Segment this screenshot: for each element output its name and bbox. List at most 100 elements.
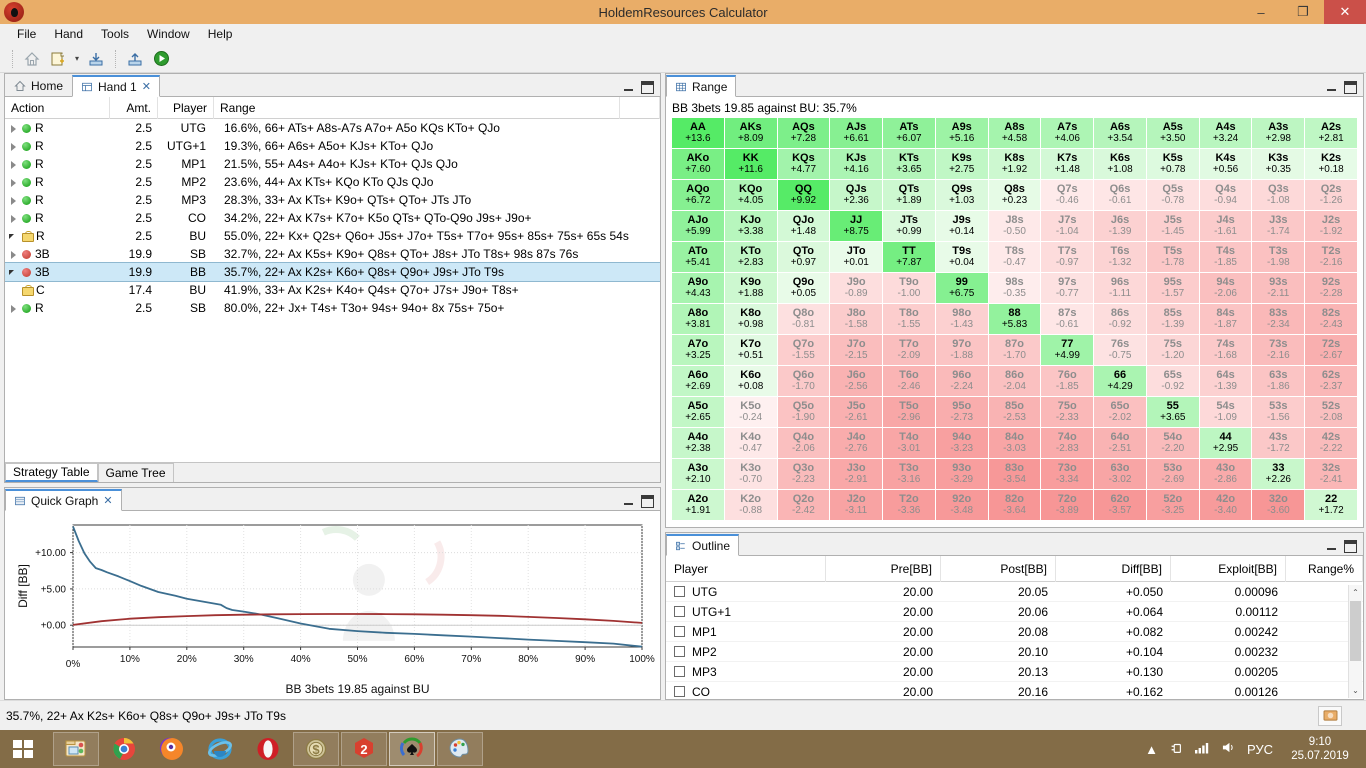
- range-cell[interactable]: 93s -2.11: [1252, 273, 1305, 303]
- range-cell[interactable]: T8s -0.47: [988, 242, 1041, 272]
- table-row[interactable]: R 2.5 UTG+1 19.3%, 66+ A6s+ A5o+ KJs+ KTo+ …: [5, 137, 660, 155]
- range-cell[interactable]: 97o -1.88: [935, 335, 988, 365]
- range-cell[interactable]: Q3s -1.08: [1252, 180, 1305, 210]
- range-cell[interactable]: T7s -0.97: [1041, 242, 1094, 272]
- range-cell[interactable]: K8s +1.92: [988, 149, 1041, 179]
- expander-closed-icon[interactable]: [9, 160, 18, 169]
- minimize-icon[interactable]: [622, 495, 635, 508]
- expander-closed-icon[interactable]: [9, 214, 18, 223]
- column-header-diff[interactable]: Diff[BB]: [1056, 556, 1171, 582]
- range-cell[interactable]: Q6o -1.70: [777, 366, 830, 396]
- column-header-player[interactable]: Player: [158, 97, 214, 119]
- range-cell[interactable]: 86o -2.04: [988, 366, 1041, 396]
- range-cell[interactable]: K2o -0.88: [724, 490, 777, 520]
- range-cell[interactable]: 83o -3.54: [988, 459, 1041, 489]
- range-cell[interactable]: A4s +3.24: [1199, 118, 1252, 148]
- table-row[interactable]: MP3 20.00 20.13 +0.130 0.00205: [666, 662, 1363, 682]
- range-cell[interactable]: ATo +5.41: [672, 242, 724, 272]
- menu-help[interactable]: Help: [199, 25, 242, 43]
- range-cell[interactable]: 88 +5.83: [988, 304, 1041, 334]
- range-cell[interactable]: K3s +0.35: [1252, 149, 1305, 179]
- range-cell[interactable]: KQs +4.77: [777, 149, 830, 179]
- minimize-icon[interactable]: [1325, 540, 1338, 553]
- range-cell[interactable]: 53o -2.69: [1146, 459, 1199, 489]
- range-cell[interactable]: J5o -2.61: [830, 397, 883, 427]
- range-cell[interactable]: 54o -2.20: [1146, 428, 1199, 458]
- close-icon[interactable]: ✕: [103, 494, 112, 507]
- range-cell[interactable]: K8o +0.98: [724, 304, 777, 334]
- expander-closed-icon[interactable]: [9, 196, 18, 205]
- expander-closed-icon[interactable]: [9, 124, 18, 133]
- table-row[interactable]: 3B 19.9 BB 35.7%, 22+ Ax K2s+ K6o+ Q8s+ Q9o…: [5, 262, 660, 282]
- internet-explorer-icon[interactable]: [197, 732, 243, 766]
- range-cell[interactable]: A5s +3.50: [1146, 118, 1199, 148]
- outline-scrollbar[interactable]: ⌃ ⌄: [1348, 585, 1362, 698]
- range-cell[interactable]: K9o +1.88: [724, 273, 777, 303]
- range-cell[interactable]: 82o -3.64: [988, 490, 1041, 520]
- range-cell[interactable]: T2s -2.16: [1305, 242, 1357, 272]
- range-cell[interactable]: 72o -3.89: [1041, 490, 1094, 520]
- range-cell[interactable]: J3o -2.91: [830, 459, 883, 489]
- range-cell[interactable]: Q4o -2.06: [777, 428, 830, 458]
- range-cell[interactable]: Q9s +1.03: [935, 180, 988, 210]
- table-row[interactable]: 3B 19.9 SB 32.7%, 22+ Ax K5s+ K9o+ Q8s+ QTo…: [5, 245, 660, 263]
- file-explorer-icon[interactable]: [53, 732, 99, 766]
- range-cell[interactable]: 65o -2.02: [1094, 397, 1146, 427]
- range-cell[interactable]: 43o -2.86: [1199, 459, 1252, 489]
- tab-outline[interactable]: Outline: [666, 534, 740, 556]
- range-cell[interactable]: 75s -1.20: [1146, 335, 1199, 365]
- range-cell[interactable]: QTs +1.89: [883, 180, 935, 210]
- range-cell[interactable]: A9s +5.16: [935, 118, 988, 148]
- table-row[interactable]: R 2.5 SB 80.0%, 22+ Jx+ T4s+ T3o+ 94s+ 94o+…: [5, 299, 660, 317]
- range-cell[interactable]: T5s -1.78: [1146, 242, 1199, 272]
- money-gear-icon[interactable]: $: [293, 732, 339, 766]
- clock[interactable]: 9:10 25.07.2019: [1284, 735, 1356, 764]
- range-cell[interactable]: 64o -2.51: [1094, 428, 1146, 458]
- expander-open-icon[interactable]: [9, 232, 18, 241]
- column-header-range[interactable]: Range: [214, 97, 620, 119]
- minimize-icon[interactable]: [1325, 81, 1338, 94]
- range-cell[interactable]: A6s +3.54: [1094, 118, 1146, 148]
- range-cell[interactable]: T5o -2.96: [883, 397, 935, 427]
- maximize-icon[interactable]: [1344, 81, 1357, 94]
- range-cell[interactable]: 42o -3.40: [1199, 490, 1252, 520]
- scroll-up-icon[interactable]: ⌃: [1349, 585, 1362, 600]
- table-row[interactable]: C 17.4 BU 41.9%, 33+ Ax K2s+ K4o+ Q4s+ Q7o+…: [5, 281, 660, 299]
- range-cell[interactable]: Q4s -0.94: [1199, 180, 1252, 210]
- row-checkbox[interactable]: [674, 586, 685, 597]
- table-row[interactable]: CO 20.00 20.16 +0.162 0.00126: [666, 682, 1363, 699]
- range-cell[interactable]: 73s -2.16: [1252, 335, 1305, 365]
- range-cell[interactable]: JJ +8.75: [830, 211, 883, 241]
- range-cell[interactable]: AQs +7.28: [777, 118, 830, 148]
- range-cell[interactable]: J3s -1.74: [1252, 211, 1305, 241]
- range-cell[interactable]: J8s -0.50: [988, 211, 1041, 241]
- range-cell[interactable]: K4o -0.47: [724, 428, 777, 458]
- tab-home[interactable]: Home: [5, 74, 73, 96]
- column-header-post[interactable]: Post[BB]: [941, 556, 1056, 582]
- table-row[interactable]: MP2 20.00 20.10 +0.104 0.00232: [666, 642, 1363, 662]
- maximize-icon[interactable]: [641, 81, 654, 94]
- paint-icon[interactable]: [437, 732, 483, 766]
- range-cell[interactable]: 64s -1.39: [1199, 366, 1252, 396]
- range-cell[interactable]: KQo +4.05: [724, 180, 777, 210]
- badge-2-icon[interactable]: 2: [341, 732, 387, 766]
- range-cell[interactable]: A9o +4.43: [672, 273, 724, 303]
- range-cell[interactable]: A7o +3.25: [672, 335, 724, 365]
- range-cell[interactable]: 97s -0.77: [1041, 273, 1094, 303]
- range-cell[interactable]: 42s -2.22: [1305, 428, 1357, 458]
- range-cell[interactable]: J9s +0.14: [935, 211, 988, 241]
- range-cell[interactable]: A6o +2.69: [672, 366, 724, 396]
- range-cell[interactable]: AA +13.6: [672, 118, 724, 148]
- home-icon[interactable]: [19, 47, 45, 71]
- range-cell[interactable]: AKs +8.09: [724, 118, 777, 148]
- range-cell[interactable]: 74s -1.68: [1199, 335, 1252, 365]
- range-cell[interactable]: 62s -2.37: [1305, 366, 1357, 396]
- range-cell[interactable]: Q3o -2.23: [777, 459, 830, 489]
- range-cell[interactable]: 94s -2.06: [1199, 273, 1252, 303]
- range-cell[interactable]: Q2s -1.26: [1305, 180, 1357, 210]
- range-cell[interactable]: 99 +6.75: [935, 273, 988, 303]
- range-cell[interactable]: 32s -2.41: [1305, 459, 1357, 489]
- range-cell[interactable]: T6o -2.46: [883, 366, 935, 396]
- range-cell[interactable]: K2s +0.18: [1305, 149, 1357, 179]
- range-cell[interactable]: Q7o -1.55: [777, 335, 830, 365]
